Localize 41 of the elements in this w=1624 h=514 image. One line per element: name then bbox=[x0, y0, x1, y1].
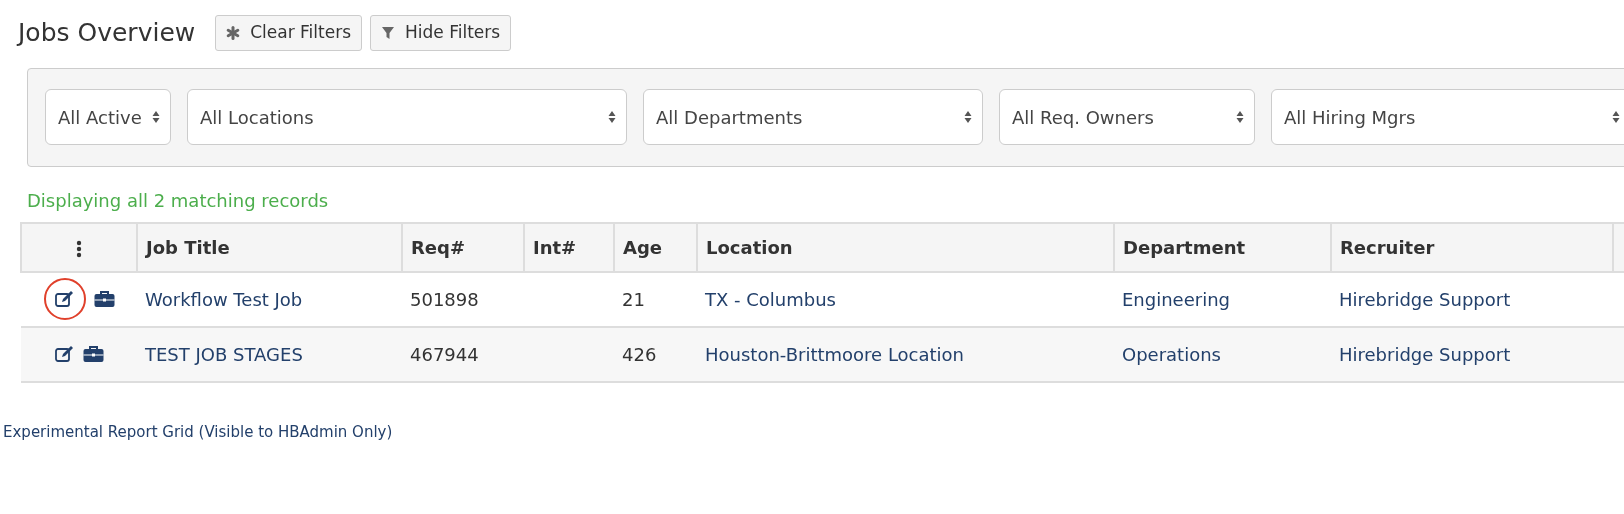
dropdown-select[interactable]: All Active bbox=[45, 89, 171, 145]
column-header[interactable]: Location bbox=[697, 222, 1114, 272]
dropdown-select[interactable]: All Req. Owners bbox=[999, 89, 1255, 145]
table-cell: 21 bbox=[622, 288, 645, 310]
table-link[interactable]: Workflow Test Job bbox=[145, 288, 303, 310]
briefcase-icon[interactable] bbox=[82, 345, 104, 363]
sort-arrows-icon bbox=[964, 110, 972, 124]
edit-icon[interactable] bbox=[54, 344, 75, 364]
table-link[interactable]: Houston-Brittmoore Location bbox=[705, 343, 965, 365]
briefcase-icon[interactable] bbox=[93, 290, 115, 308]
sort-arrows-icon bbox=[608, 110, 616, 124]
sort-arrows-icon bbox=[1612, 110, 1620, 124]
hide-filters-button[interactable]: Hide Filters bbox=[370, 14, 512, 51]
edit-icon[interactable] bbox=[43, 278, 86, 320]
column-header[interactable]: Req# bbox=[402, 222, 524, 272]
table-cell: 467944 bbox=[410, 343, 479, 365]
column-header[interactable]: Recruiter bbox=[1331, 222, 1613, 272]
table-link[interactable]: Hirebridge Support bbox=[1339, 288, 1511, 310]
dropdown-select[interactable]: All Locations bbox=[187, 89, 627, 145]
clear-filters-button[interactable]: Clear Filters bbox=[215, 14, 363, 51]
filter-icon bbox=[381, 25, 396, 40]
sort-arrows-icon bbox=[1236, 110, 1244, 124]
page-title: Jobs Overview bbox=[18, 17, 196, 49]
table-link[interactable]: TX - Columbus bbox=[705, 288, 836, 310]
column-header[interactable]: Int# bbox=[524, 222, 614, 272]
table-link[interactable]: Engineering bbox=[1122, 288, 1230, 310]
asterisk-icon bbox=[226, 25, 241, 40]
table-link[interactable]: TEST JOB STAGES bbox=[145, 343, 303, 365]
sort-arrows-icon bbox=[152, 110, 160, 124]
table-link[interactable]: Operations bbox=[1122, 343, 1221, 365]
column-header[interactable]: Department bbox=[1114, 222, 1331, 272]
table-link[interactable]: Hirebridge Support bbox=[1339, 343, 1511, 365]
kebab-menu-icon[interactable] bbox=[76, 239, 82, 258]
report-grid-link[interactable]: Experimental Report Grid (Visible to HBAdmin Only) bbox=[3, 420, 393, 443]
results-summary: Displaying all 2 matching records bbox=[27, 188, 330, 213]
table-cell: 501898 bbox=[410, 288, 479, 310]
column-header[interactable]: Job Title bbox=[137, 222, 402, 272]
dropdown-select[interactable]: All Departments bbox=[643, 89, 983, 145]
column-header[interactable]: Age bbox=[614, 222, 697, 272]
table-cell: 426 bbox=[622, 343, 657, 365]
dropdown-select[interactable]: All Hiring Mgrs bbox=[1271, 89, 1624, 145]
